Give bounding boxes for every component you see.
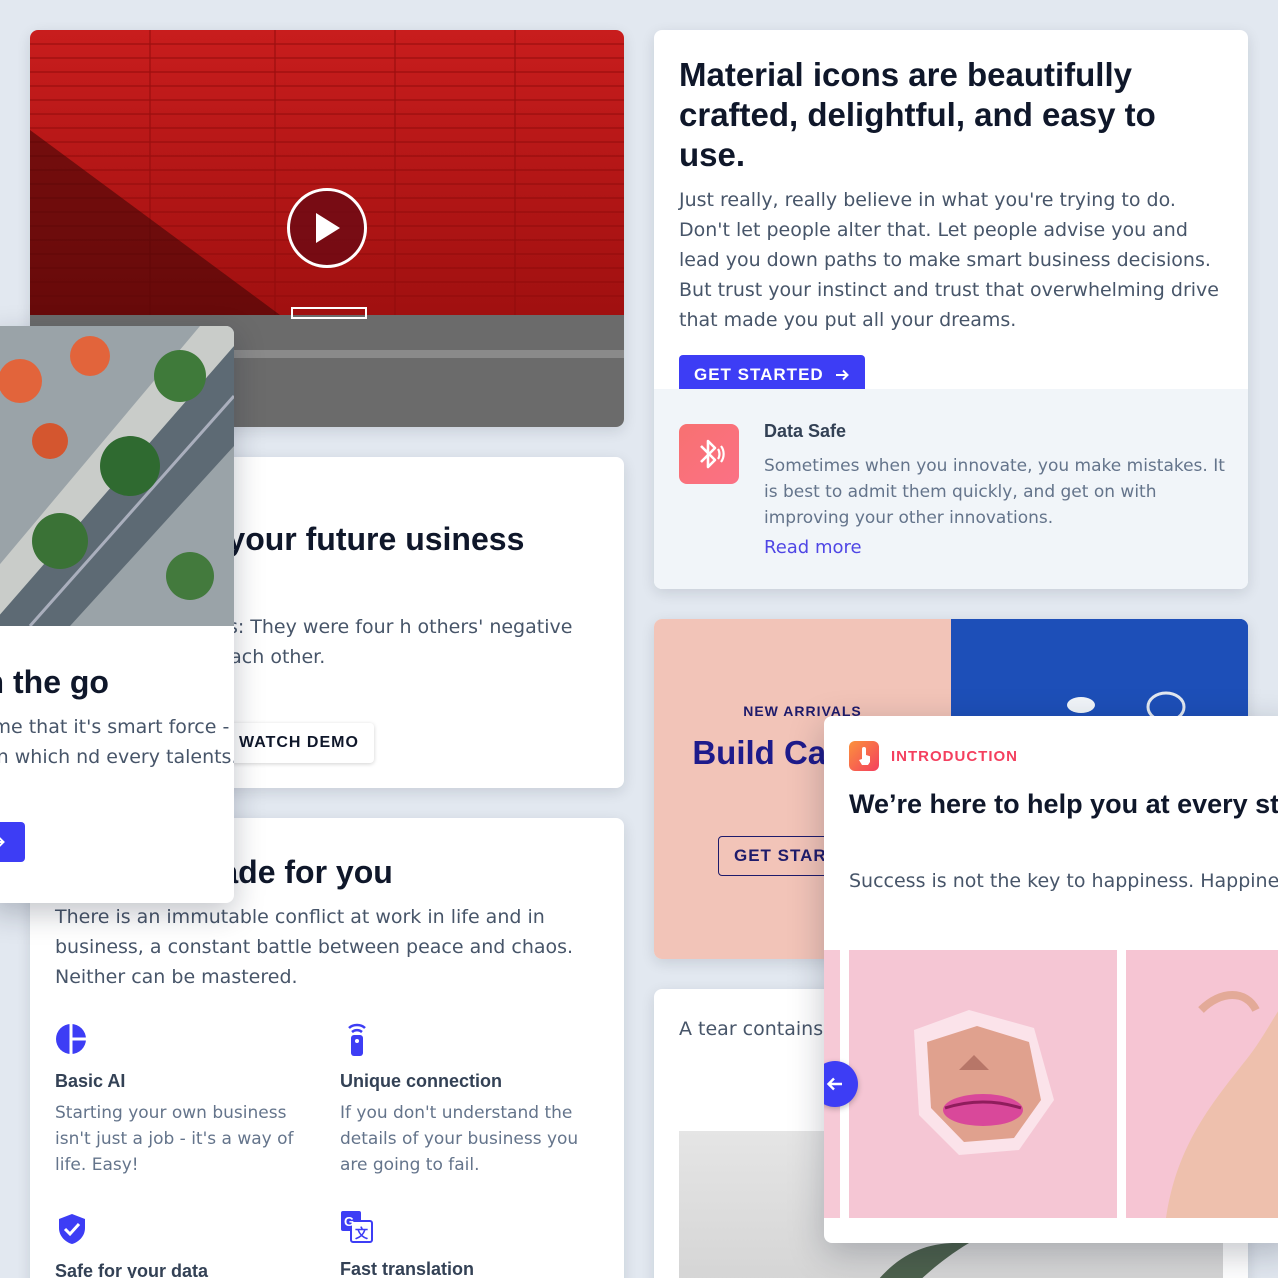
touch-icon [849, 741, 879, 771]
arrow-left-icon [826, 1077, 842, 1091]
play-icon [316, 213, 340, 243]
watch-demo-button[interactable]: WATCH DEMO [224, 723, 374, 763]
carousel-slide-lips[interactable] [849, 950, 1117, 1218]
data-safe-feature: Data Safe Sometimes when you innovate, y… [654, 389, 1248, 589]
bluetooth-icon [679, 424, 739, 484]
translate-icon: G文 [341, 1211, 373, 1243]
introduction-tag: INTRODUCTION [891, 748, 1018, 765]
go-card-arrow-button[interactable] [0, 822, 25, 862]
go-card-description: he time that it's smart force - one in w… [0, 716, 234, 768]
pie-chart-icon [56, 1024, 86, 1054]
go-card-title: on the go [0, 664, 109, 700]
intro-card-description: Success is not the key to happiness. Hap… [849, 870, 1278, 892]
aerial-street-image [0, 326, 234, 626]
feature-safe-data: Safe for your data [55, 1212, 315, 1278]
on-the-go-card: on the go he time that it's smart force … [0, 326, 234, 903]
feature-title: Safe for your data [55, 1261, 209, 1278]
platform-card-description: There is an immutable conflict at work i… [55, 906, 574, 988]
feature-description: Sometimes when you innovate, you make mi… [764, 456, 1225, 528]
feature-unique-connection: Unique connection If you don't understan… [340, 1022, 600, 1178]
hand-image [1126, 950, 1278, 1218]
remote-icon [348, 1023, 366, 1056]
material-card-title: Material icons are beautifully crafted, … [679, 56, 1156, 173]
get-started-label: GET STARTED [694, 365, 824, 384]
svg-text:文: 文 [355, 1226, 369, 1242]
feature-description: Starting your own business isn't just a … [55, 1103, 294, 1175]
svg-text:G: G [344, 1214, 354, 1229]
read-more-link[interactable]: Read more [764, 537, 862, 558]
introduction-card: INTRODUCTION We’re here to help you at e… [824, 716, 1278, 1243]
carousel-slide-hand[interactable] [1126, 950, 1278, 1218]
feature-title: Fast translation [340, 1259, 475, 1278]
shield-check-icon [59, 1214, 85, 1244]
feature-basic-ai: Basic AI Starting your own business isn'… [55, 1022, 315, 1178]
arrow-right-icon [0, 837, 5, 847]
arrow-right-icon [835, 369, 849, 381]
material-icons-card: Material icons are beautifully crafted, … [654, 30, 1248, 589]
feature-title: Basic AI [55, 1071, 126, 1091]
lips-image [849, 950, 1117, 1218]
feature-title: Unique connection [340, 1071, 502, 1091]
feature-title: Data Safe [764, 421, 847, 441]
intro-card-title: We’re here to help you at every stage am… [849, 789, 1278, 819]
material-card-description: Just really, really believe in what you'… [679, 189, 1219, 331]
play-button[interactable] [287, 188, 367, 268]
feature-description: If you don't understand the details of y… [340, 1103, 579, 1175]
feature-fast-translation: G文 Fast translation [340, 1210, 600, 1278]
